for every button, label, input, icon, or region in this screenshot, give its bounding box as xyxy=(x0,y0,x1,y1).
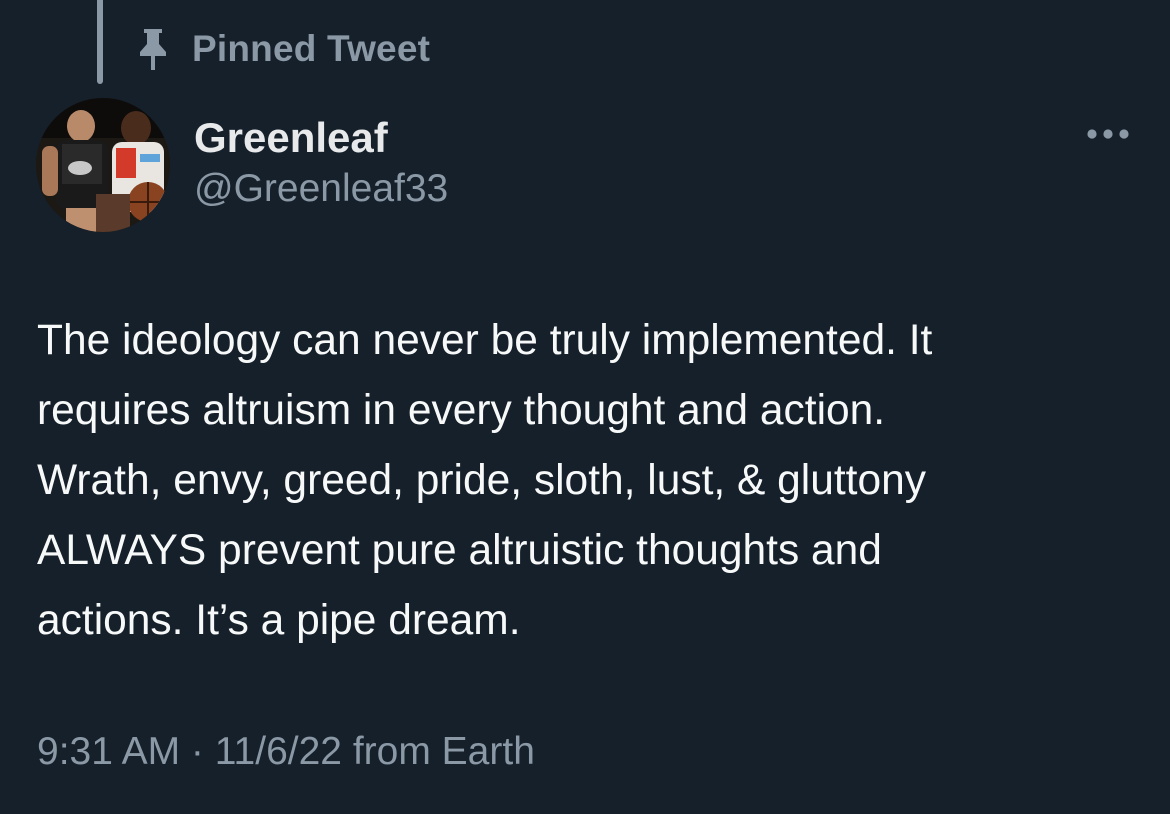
pinned-label: Pinned Tweet xyxy=(192,28,431,69)
tweet-text: The ideology can never be truly implemen… xyxy=(37,306,1147,656)
tweet-metadata: 9:31 AM · 11/6/22 from Earth xyxy=(37,730,535,774)
more-horizontal-icon xyxy=(1086,128,1130,140)
tweet-time[interactable]: 9:31 AM xyxy=(37,730,180,773)
tweet-text-line: ALWAYS prevent pure altruistic thoughts … xyxy=(37,527,882,574)
tweet-text-line: requires altruism in every thought and a… xyxy=(37,387,886,434)
pin-icon xyxy=(136,27,170,71)
tweet-date[interactable]: 11/6/22 xyxy=(215,730,342,773)
tweet-text-line: actions. It’s a pipe dream. xyxy=(37,597,521,644)
author-display-name[interactable]: Greenleaf xyxy=(194,114,388,162)
pinned-indicator: Pinned Tweet xyxy=(136,24,430,74)
tweet-text-line: Wrath, envy, greed, pride, sloth, lust, … xyxy=(37,457,927,504)
thread-connector-line xyxy=(97,0,103,84)
avatar[interactable] xyxy=(36,98,170,232)
author-handle[interactable]: @Greenleaf33 xyxy=(194,167,448,211)
meta-separator: · xyxy=(180,730,215,773)
tweet-text-line: The ideology can never be truly implemen… xyxy=(37,317,933,364)
tweet-source: from Earth xyxy=(342,730,535,773)
more-options-button[interactable] xyxy=(1078,114,1138,154)
